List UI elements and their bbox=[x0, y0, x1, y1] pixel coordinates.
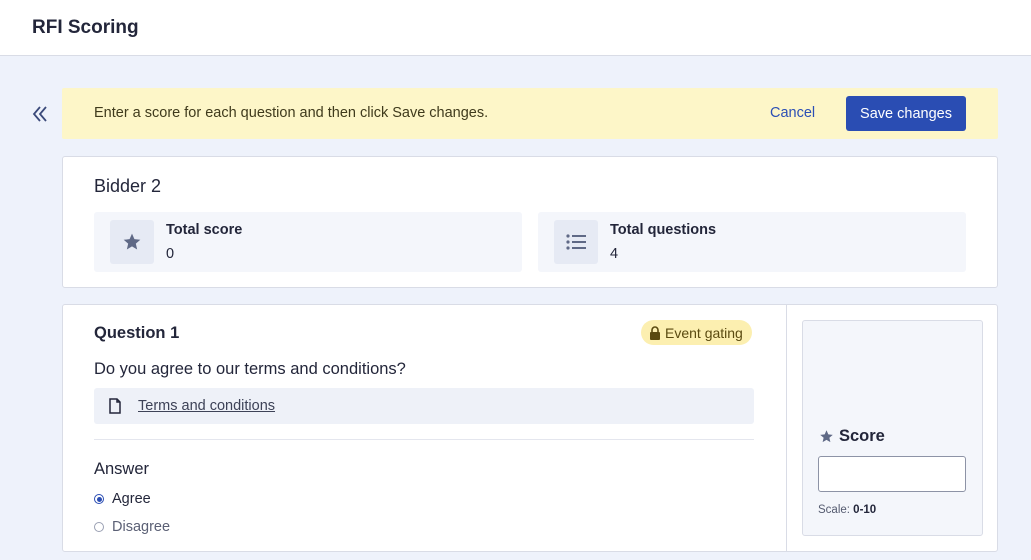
save-changes-button[interactable]: Save changes bbox=[846, 96, 966, 131]
divider bbox=[94, 439, 754, 440]
total-score-stat: Total score 0 bbox=[94, 212, 522, 272]
cancel-button[interactable]: Cancel bbox=[770, 105, 815, 121]
question-card: Question 1 Event gating Do you agree to … bbox=[62, 304, 998, 552]
score-scale: Scale: 0-10 bbox=[818, 504, 877, 516]
attachment-link[interactable]: Terms and conditions bbox=[138, 398, 275, 414]
lock-icon bbox=[650, 325, 660, 340]
vertical-divider bbox=[786, 305, 787, 551]
banner-message: Enter a score for each question and then… bbox=[94, 105, 489, 121]
answer-option-agree[interactable]: Agree bbox=[94, 489, 151, 509]
stat-label: Total score bbox=[166, 222, 243, 238]
total-questions-stat: Total questions 4 bbox=[538, 212, 966, 272]
radio-button[interactable] bbox=[94, 494, 104, 504]
top-bar: RFI Scoring bbox=[0, 0, 1031, 56]
option-label: Disagree bbox=[112, 519, 171, 535]
attachment-row: Terms and conditions bbox=[94, 388, 754, 424]
question-text: Do you agree to our terms and conditions… bbox=[94, 360, 406, 378]
page-title: RFI Scoring bbox=[32, 17, 139, 38]
star-icon bbox=[123, 233, 141, 250]
badge-label: Event gating bbox=[665, 324, 743, 341]
answer-option-disagree[interactable]: Disagree bbox=[94, 517, 170, 537]
radio-button[interactable] bbox=[94, 522, 104, 532]
stat-value: 4 bbox=[610, 246, 619, 262]
document-icon bbox=[109, 398, 121, 414]
question-title: Question 1 bbox=[94, 324, 180, 342]
list-icon bbox=[566, 234, 586, 250]
score-panel: Score Scale: 0-10 bbox=[802, 320, 983, 536]
stat-value: 0 bbox=[166, 246, 175, 262]
instruction-banner: Enter a score for each question and then… bbox=[62, 88, 998, 139]
double-chevron-left-icon bbox=[32, 106, 47, 122]
event-gating-badge: Event gating bbox=[641, 320, 752, 345]
star-icon bbox=[820, 430, 833, 443]
answer-heading: Answer bbox=[94, 460, 150, 478]
collapse-sidebar-button[interactable] bbox=[28, 102, 52, 126]
stat-label: Total questions bbox=[610, 222, 717, 238]
bidder-summary-card: Bidder 2 Total score 0 Total questions 4 bbox=[62, 156, 998, 288]
score-input[interactable] bbox=[818, 456, 966, 492]
option-label: Agree bbox=[112, 491, 151, 507]
bidder-name: Bidder 2 bbox=[94, 176, 162, 196]
score-heading: Score bbox=[819, 427, 885, 446]
